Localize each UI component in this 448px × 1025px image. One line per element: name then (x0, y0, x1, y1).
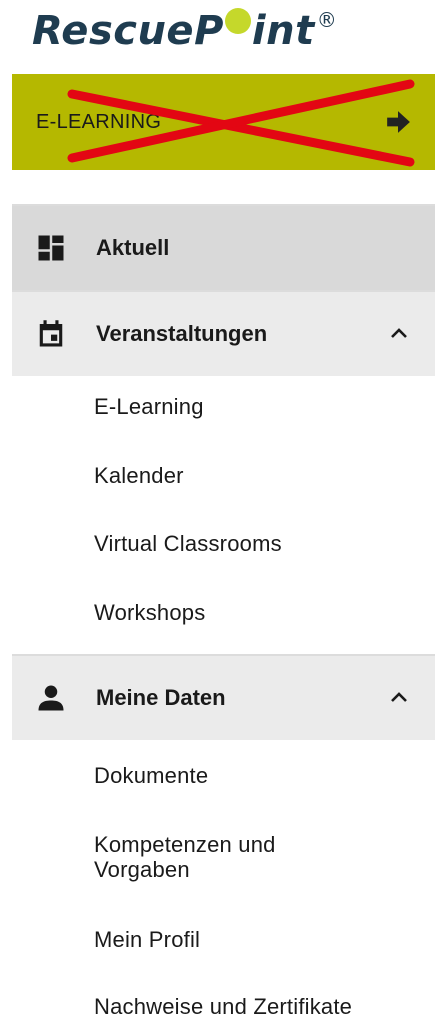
nav-subitem-kalender[interactable]: Kalender (94, 463, 184, 489)
nav-aktuell-label: Aktuell (96, 235, 170, 260)
logo-dot-icon (224, 8, 251, 34)
chevron-up-icon[interactable] (387, 321, 411, 345)
person-icon (34, 681, 68, 715)
nav-subitem-nachweise[interactable]: Nachweise und Zertifikate (94, 994, 352, 1020)
nav-veranstaltungen[interactable]: Veranstaltungen (12, 292, 435, 376)
nav-veranstaltungen-label: Veranstaltungen (96, 321, 268, 346)
nav-meine-daten[interactable]: Meine Daten (12, 656, 435, 740)
nav-subitem-elearning[interactable]: E-Learning (94, 394, 204, 420)
nav-subitem-virtual-classrooms[interactable]: Virtual Classrooms (94, 531, 282, 557)
nav-subitem-workshops[interactable]: Workshops (94, 600, 205, 626)
elearning-banner-button[interactable]: E-LEARNING (12, 74, 435, 170)
logo-text-part1: RescueP (32, 8, 224, 54)
nav-aktuell[interactable]: Aktuell (12, 206, 435, 290)
elearning-banner-label: E-LEARNING (36, 110, 162, 133)
nav-subitem-mein-profil[interactable]: Mein Profil (94, 927, 200, 953)
nav-subitem-kompetenzen[interactable]: Kompetenzen und Vorgaben (94, 832, 344, 882)
dashboard-icon (34, 231, 68, 265)
logo-registered-mark: ® (316, 8, 338, 32)
calendar-icon (34, 317, 68, 351)
arrow-right-icon (387, 111, 410, 133)
logo-text-part2: int (251, 8, 315, 54)
nav-subitem-dokumente[interactable]: Dokumente (94, 763, 208, 789)
rescuepoint-logo[interactable]: RescueP int ® (32, 8, 337, 64)
chevron-up-icon[interactable] (387, 685, 411, 709)
nav-meine-daten-label: Meine Daten (96, 685, 226, 710)
